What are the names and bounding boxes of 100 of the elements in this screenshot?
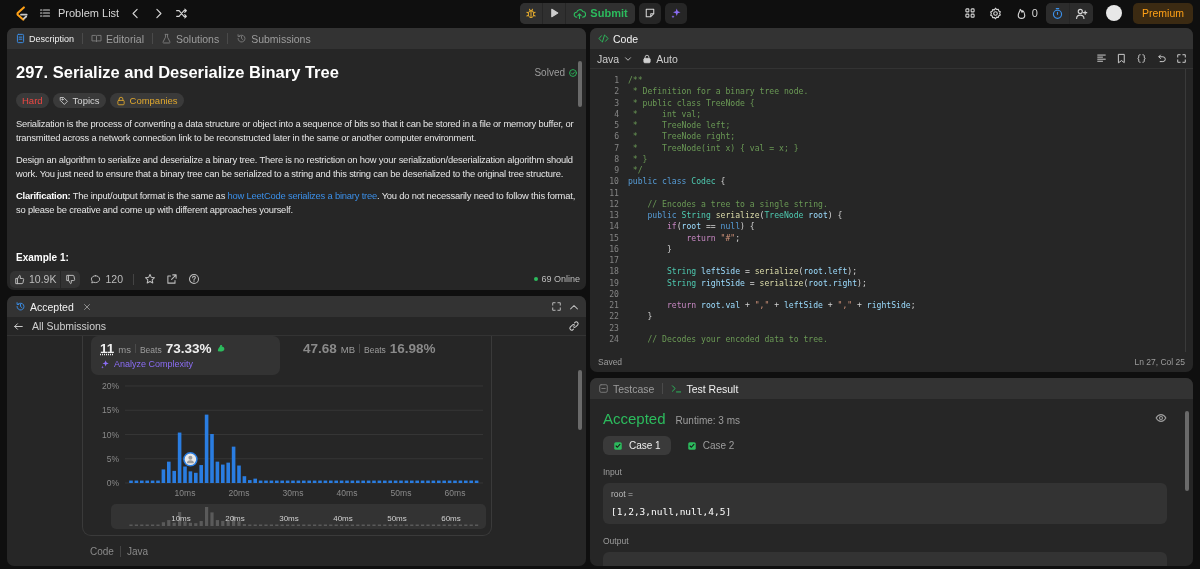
link[interactable]: how LeetCode serializes a binary tree bbox=[227, 190, 377, 201]
stopwatch-icon bbox=[1051, 6, 1064, 20]
input-label: Input bbox=[603, 467, 623, 477]
code-line: String leftSide = serialize(root.left); bbox=[665, 266, 858, 278]
tab[interactable]: Accepted bbox=[13, 298, 76, 315]
axis-label: 5% bbox=[106, 453, 119, 464]
line-number: 19 bbox=[608, 277, 619, 289]
grid-icon[interactable] bbox=[963, 7, 976, 19]
case-tab[interactable]: Case 1 bbox=[603, 436, 671, 455]
thumbs-up-icon bbox=[14, 273, 25, 285]
tag[interactable]: Topics bbox=[52, 93, 106, 108]
line-number: 6 bbox=[613, 131, 619, 143]
shuffle-button[interactable] bbox=[175, 6, 189, 20]
axis-label: 30ms bbox=[282, 488, 304, 498]
analyze-complexity-link[interactable]: Analyze Complexity bbox=[100, 359, 194, 369]
line-number: 11 bbox=[608, 187, 619, 199]
format-icon[interactable] bbox=[1096, 53, 1107, 64]
axis-label: 0% bbox=[106, 478, 119, 488]
bookmark-icon[interactable] bbox=[1116, 53, 1127, 64]
run-button[interactable] bbox=[543, 2, 566, 24]
favorite-button[interactable] bbox=[144, 273, 156, 285]
code-line: // Encodes a tree to a single string. bbox=[646, 198, 828, 210]
stat-card[interactable]: 11 ms Beats 73.33% Analyze Complexity bbox=[91, 336, 280, 375]
axis-label: 20% bbox=[102, 381, 119, 391]
braces-icon[interactable] bbox=[1136, 53, 1147, 64]
like-button[interactable]: 10.9K bbox=[10, 270, 61, 288]
code-line: * } bbox=[631, 153, 648, 165]
line-number: 1 bbox=[613, 75, 619, 87]
problem-list-button[interactable]: Problem List bbox=[39, 7, 120, 19]
comments-button[interactable]: 120 bbox=[90, 273, 123, 285]
metric-unit: MB bbox=[340, 344, 356, 355]
code-line: return "#"; bbox=[685, 232, 741, 244]
axis-label: 10% bbox=[102, 429, 119, 440]
back-button[interactable]: All Submissions bbox=[13, 320, 107, 332]
code-line: String rightSide = serialize(root.right); bbox=[665, 277, 867, 289]
code-line: } bbox=[665, 243, 672, 255]
comment-icon bbox=[90, 273, 102, 285]
tab[interactable]: Testcase bbox=[596, 380, 657, 397]
line-number: 18 bbox=[608, 266, 619, 278]
tab[interactable]: Description bbox=[13, 31, 77, 46]
undo-icon[interactable] bbox=[1156, 53, 1167, 64]
premium-button[interactable]: Premium bbox=[1133, 2, 1193, 24]
link-icon[interactable] bbox=[568, 320, 580, 332]
axis-label: 10ms bbox=[174, 488, 196, 498]
axis-label: 40ms bbox=[333, 514, 353, 523]
invite-button[interactable] bbox=[1070, 2, 1093, 24]
verdict: Accepted bbox=[603, 410, 666, 427]
eye-icon[interactable] bbox=[1155, 412, 1167, 424]
axis-label: 20ms bbox=[228, 488, 250, 498]
axis-label: 20ms bbox=[225, 514, 245, 523]
notes-button[interactable] bbox=[638, 2, 661, 24]
beats-label: Beats bbox=[139, 345, 162, 355]
help-icon bbox=[188, 273, 200, 285]
status-dot bbox=[534, 277, 539, 281]
star-icon bbox=[144, 273, 156, 285]
line-number: 22 bbox=[608, 311, 619, 323]
tab[interactable]: Code bbox=[596, 30, 641, 47]
code-line: */ bbox=[631, 165, 643, 177]
streak-button[interactable]: 0 bbox=[1014, 6, 1038, 20]
tab[interactable]: Test Result bbox=[669, 380, 741, 397]
expand-icon[interactable] bbox=[1176, 53, 1187, 64]
beats-percent: 16.98% bbox=[389, 341, 436, 356]
help-button[interactable] bbox=[188, 273, 200, 285]
output-label: Output bbox=[603, 536, 630, 546]
code-label: Code bbox=[90, 546, 114, 557]
avatar-icon[interactable] bbox=[1106, 5, 1122, 21]
cloud-upload-icon bbox=[573, 6, 587, 20]
language-dropdown[interactable]: Java bbox=[597, 52, 634, 65]
assistant-button[interactable] bbox=[664, 2, 687, 24]
debug-button[interactable] bbox=[520, 2, 543, 24]
solved-label: Solved bbox=[534, 67, 565, 78]
line-number: 15 bbox=[608, 232, 619, 244]
share-button[interactable] bbox=[166, 273, 178, 285]
timer-button[interactable] bbox=[1046, 2, 1069, 24]
code-line: * public class TreeNode { bbox=[631, 97, 755, 109]
tab[interactable]: Editorial bbox=[89, 30, 146, 47]
tab[interactable]: Submissions bbox=[234, 30, 313, 47]
axis-label: 40ms bbox=[336, 488, 358, 498]
line-number: 21 bbox=[608, 300, 619, 312]
close-icon[interactable] bbox=[81, 301, 92, 312]
line-number: 24 bbox=[608, 333, 619, 345]
tab[interactable]: Solutions bbox=[158, 30, 222, 47]
paragraph: Serialization is the process of converting a data structure or object into a sequence of bits so that it can be stored in a file or memory buffer, or transmitted across a network connection link to be reconstructed later in the same or another computer environment. bbox=[16, 117, 575, 144]
history-icon bbox=[236, 33, 248, 44]
tag[interactable]: Companies bbox=[109, 93, 184, 108]
code-icon bbox=[598, 33, 609, 44]
axis-label: 10ms bbox=[171, 514, 191, 523]
line-number: 3 bbox=[613, 97, 619, 109]
shuffle-icon bbox=[175, 6, 189, 20]
case-tab[interactable]: Case 2 bbox=[676, 436, 745, 455]
parameter-value: [1,2,3,null,null,4,5] bbox=[611, 506, 733, 517]
settings-icon[interactable] bbox=[988, 6, 1002, 20]
auto-mode-button[interactable]: Auto bbox=[642, 52, 678, 65]
parameter-name: root = bbox=[611, 489, 634, 499]
beats-percent: 73.33% bbox=[165, 341, 212, 356]
paragraph: Design an algorithm to serialize and deserialize a binary tree. There is no restriction on how your serialization/deserialization algorithm should work. You just need to ensure that a binary tree can be serialized to a string and this string can be deserialized to the original tree structure. bbox=[16, 153, 574, 180]
axis-label: 50ms bbox=[387, 514, 407, 523]
expand-icon[interactable] bbox=[551, 301, 562, 312]
submit-button[interactable]: Submit bbox=[566, 2, 635, 24]
cursor-position: Ln 27, Col 25 bbox=[1134, 357, 1185, 367]
